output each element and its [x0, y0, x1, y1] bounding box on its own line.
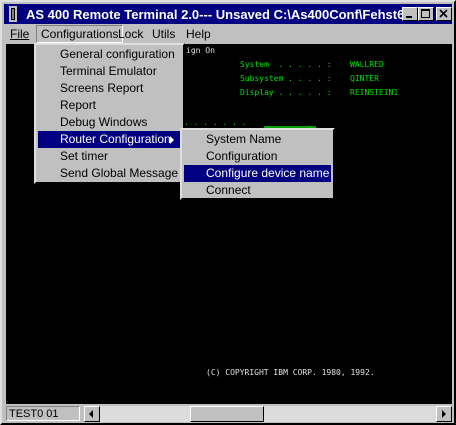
close-button[interactable]	[436, 7, 452, 21]
menu-item-terminal-emulator[interactable]: Terminal Emulator	[38, 63, 181, 80]
window-title: AS 400 Remote Terminal 2.0--- Unsaved C:…	[26, 7, 405, 22]
router-submenu: System Name Configuration Configure devi…	[180, 128, 335, 200]
scroll-thumb[interactable]	[190, 406, 264, 422]
horizontal-scrollbar[interactable]	[84, 406, 452, 422]
scroll-right-button[interactable]	[436, 406, 452, 422]
menu-help[interactable]: Help	[182, 26, 215, 42]
menu-file[interactable]: File	[6, 26, 33, 42]
maximize-icon	[421, 9, 430, 18]
menu-item-router-configuration[interactable]: Router Configuration	[38, 131, 181, 148]
app-icon	[9, 6, 17, 22]
submenu-item-configuration[interactable]: Configuration	[184, 148, 331, 165]
configurations-dropdown: General configuration Terminal Emulator …	[34, 43, 185, 184]
status-bar: TEST0 01	[6, 406, 452, 422]
session-status-field: TEST0 01	[6, 406, 80, 421]
app-window: AS 400 Remote Terminal 2.0--- Unsaved C:…	[0, 0, 456, 425]
menu-utils[interactable]: Utils	[148, 26, 179, 42]
subsystem-label: Subsystem . . . . :	[240, 74, 332, 83]
input-dots: . . . . . . .	[184, 118, 247, 127]
menu-lock[interactable]: Lock	[114, 26, 147, 42]
system-value: WALLRED	[350, 60, 384, 69]
maximize-button[interactable]	[418, 7, 434, 21]
submenu-arrow-icon	[170, 136, 174, 144]
menu-bar: File Configurations Lock Utils Help	[4, 25, 452, 43]
arrow-right-icon	[442, 410, 446, 418]
menu-item-screens-report[interactable]: Screens Report	[38, 80, 181, 97]
scroll-left-button[interactable]	[84, 406, 100, 422]
submenu-item-connect[interactable]: Connect	[184, 182, 331, 199]
menu-item-debug-windows[interactable]: Debug Windows	[38, 114, 181, 131]
menu-item-general-configuration[interactable]: General configuration	[38, 46, 181, 63]
minimize-icon	[406, 16, 412, 18]
menu-item-report[interactable]: Report	[38, 97, 181, 114]
display-label: Display . . . . . :	[240, 88, 332, 97]
menu-configurations[interactable]: Configurations	[36, 25, 124, 43]
submenu-item-configure-device-name[interactable]: Configure device name	[184, 165, 331, 182]
close-icon	[439, 9, 448, 18]
system-label: System . . . . . :	[240, 60, 332, 69]
signon-title: ign On	[186, 46, 215, 55]
menu-item-send-global-message[interactable]: Send Global Message	[38, 165, 181, 182]
copyright-text: (C) COPYRIGHT IBM CORP. 1980, 1992.	[206, 368, 375, 377]
display-value: REINSTEIN1	[350, 88, 399, 97]
minimize-button[interactable]	[402, 7, 418, 21]
title-bar[interactable]: AS 400 Remote Terminal 2.0--- Unsaved C:…	[4, 4, 452, 24]
arrow-left-icon	[89, 410, 93, 418]
submenu-item-system-name[interactable]: System Name	[184, 131, 331, 148]
subsystem-value: QINTER	[350, 74, 379, 83]
menu-item-set-timer[interactable]: Set timer	[38, 148, 181, 165]
scroll-track[interactable]	[100, 406, 436, 422]
